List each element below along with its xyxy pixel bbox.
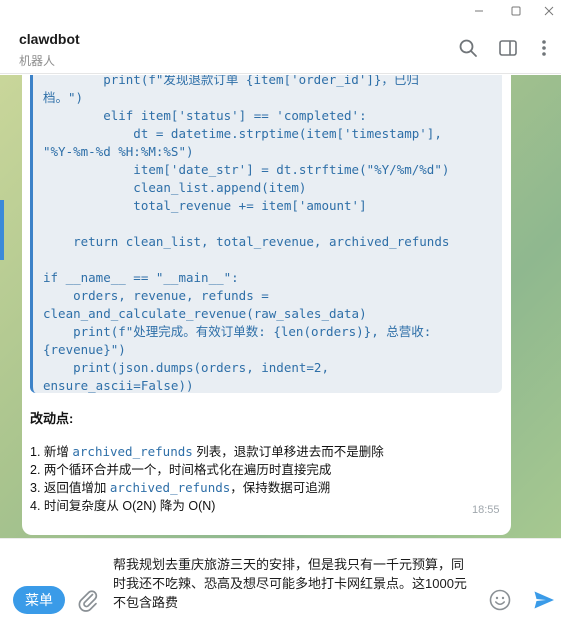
- message-input[interactable]: 帮我规划去重庆旅游三天的安排，但是我只有一千元预算，同时我还不吃辣、恐高及想尽可…: [113, 555, 473, 612]
- window-titlebar: [0, 0, 561, 22]
- emoji-button[interactable]: [488, 588, 512, 612]
- note-text: 列表，退款订单移进去而不是删除: [192, 445, 384, 459]
- send-icon: [534, 591, 554, 609]
- change-note-3: 3. 返回值增加 archived_refunds，保持数据可追溯: [30, 479, 330, 497]
- note-text: 4. 时间复杂度从 O(2N) 降为 O(N): [30, 499, 216, 513]
- note-text: 1. 新增: [30, 445, 73, 459]
- code-line: item['date_str'] = dt.strftime("%Y/%m/%d…: [43, 162, 450, 177]
- minimize-icon: [475, 10, 483, 12]
- more-vertical-icon: [542, 40, 546, 56]
- code-line: {revenue}"): [43, 342, 126, 357]
- code-line: print(f"发现退款订单 {item['order_id']}，已归: [43, 75, 419, 87]
- code-line: print(json.dumps(orders, indent=2,: [43, 360, 329, 375]
- note-text: 2. 两个循环合并成一个，时间格式化在遍历时直接完成: [30, 463, 332, 477]
- inline-code: archived_refunds: [109, 480, 231, 495]
- chat-title[interactable]: clawdbot: [19, 31, 80, 47]
- message-time: 18:55: [472, 504, 500, 516]
- code-block[interactable]: print(f"发现退款订单 {item['order_id']}，已归 档。"…: [30, 75, 502, 393]
- code-line: print(f"处理完成。有效订单数: {len(orders)}, 总营收:: [43, 324, 432, 339]
- sidebar-toggle-icon: [499, 40, 517, 56]
- chat-history[interactable]: print(f"发现退款订单 {item['order_id']}，已归 档。"…: [0, 75, 561, 538]
- code-line: dt = datetime.strptime(item['timestamp']…: [43, 126, 442, 141]
- close-button[interactable]: [530, 0, 561, 22]
- minimize-button[interactable]: [460, 0, 498, 22]
- code-line: clean_and_calculate_revenue(raw_sales_da…: [43, 306, 367, 321]
- composer: 菜单 帮我规划去重庆旅游三天的安排，但是我只有一千元预算，同时我还不吃辣、恐高及…: [0, 538, 561, 622]
- send-button[interactable]: [532, 588, 556, 612]
- change-note-4: 4. 时间复杂度从 O(2N) 降为 O(N): [30, 497, 215, 515]
- emoji-icon: [489, 589, 511, 611]
- code-line: return clean_list, total_revenue, archiv…: [43, 234, 450, 249]
- code-line: orders, revenue, refunds =: [43, 288, 269, 303]
- more-button[interactable]: [533, 37, 555, 59]
- change-note-2: 2. 两个循环合并成一个，时间格式化在遍历时直接完成: [30, 461, 331, 479]
- changes-heading: 改动点:: [30, 411, 74, 426]
- change-note-1: 1. 新增 archived_refunds 列表，退款订单移进去而不是删除: [30, 443, 384, 461]
- code-line: ensure_ascii=False)): [43, 378, 194, 393]
- close-icon: [544, 6, 554, 16]
- menu-button[interactable]: 菜单: [13, 586, 65, 614]
- note-text: 3. 返回值增加: [30, 481, 110, 495]
- code-line: if __name__ == "__main__":: [43, 270, 239, 285]
- left-accent-bar: [0, 200, 4, 260]
- code-line: total_revenue += item['amount']: [43, 198, 367, 213]
- attach-icon: [78, 590, 98, 612]
- message-bubble[interactable]: print(f"发现退款订单 {item['order_id']}，已归 档。"…: [22, 75, 511, 535]
- inline-code: archived_refunds: [72, 444, 193, 459]
- search-icon: [459, 39, 477, 57]
- code-line: 档。"): [43, 90, 84, 105]
- code-line: clean_list.append(item): [43, 180, 307, 195]
- attach-button[interactable]: [76, 588, 100, 612]
- code-line: "%Y-%m-%d %H:%M:%S"): [43, 144, 194, 159]
- search-button[interactable]: [457, 37, 479, 59]
- code-line: elif item['status'] == 'completed':: [43, 108, 367, 123]
- chat-header: clawdbot 机器人: [0, 22, 561, 74]
- chat-status: 机器人: [19, 54, 56, 68]
- note-text: ，保持数据可追溯: [230, 481, 331, 495]
- maximize-icon: [511, 6, 521, 16]
- sidebar-toggle-button[interactable]: [497, 37, 519, 59]
